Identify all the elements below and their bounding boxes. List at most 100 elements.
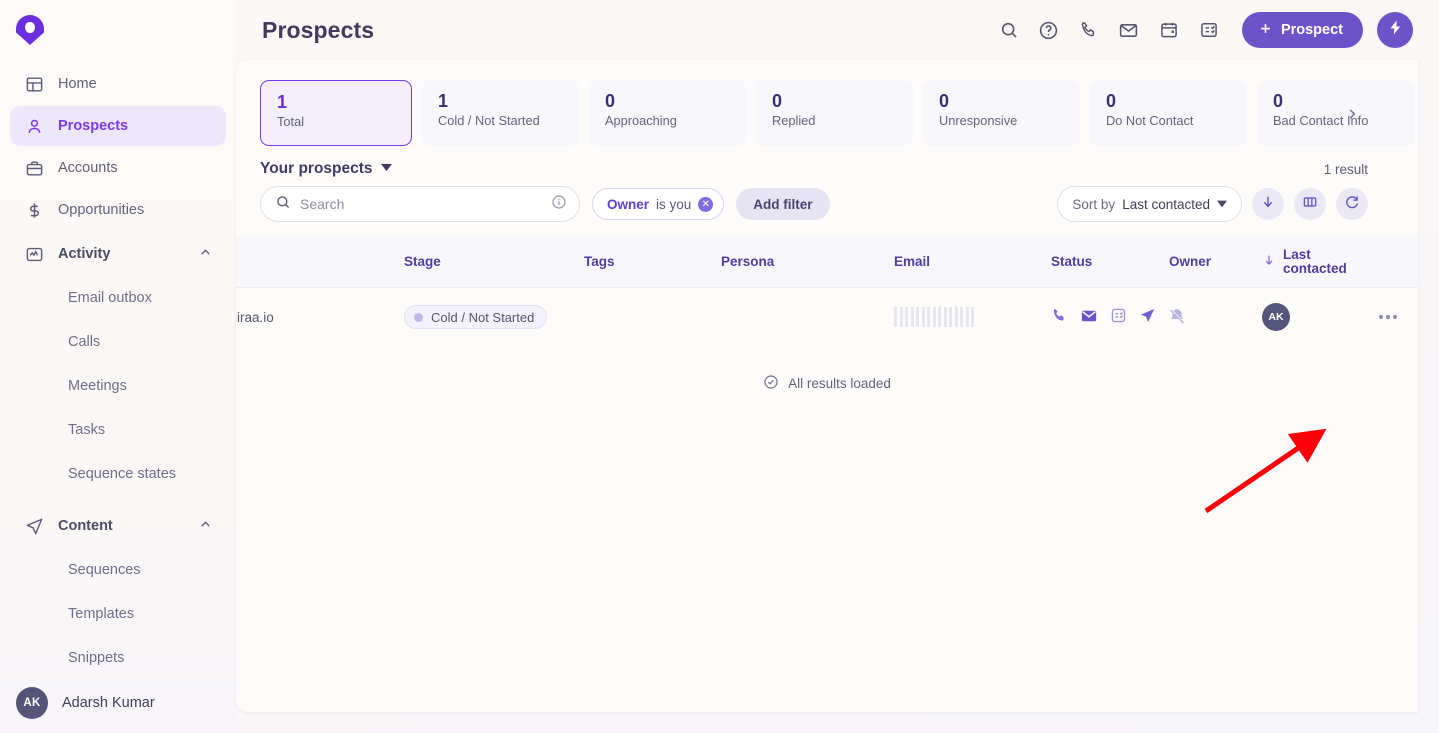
chevron-up-icon bbox=[199, 518, 212, 535]
chevron-down-icon bbox=[380, 160, 392, 178]
sidebar-item-accounts[interactable]: Accounts bbox=[10, 148, 226, 188]
sidebar-item-sequence-states[interactable]: Sequence states bbox=[10, 452, 226, 496]
stat-value: 1 bbox=[438, 91, 449, 111]
info-icon[interactable] bbox=[551, 194, 567, 215]
sidebar-item-email-outbox[interactable]: Email outbox bbox=[10, 276, 226, 320]
user-name: Adarsh Kumar bbox=[62, 695, 155, 711]
mail-icon[interactable] bbox=[1080, 307, 1098, 328]
stat-card-approaching[interactable]: 0 Approaching bbox=[589, 80, 746, 146]
row-menu-button[interactable] bbox=[1379, 315, 1397, 319]
sidebar-item-label: Home bbox=[58, 76, 97, 92]
stat-card-cold[interactable]: 1 Cold / Not Started bbox=[422, 80, 579, 146]
page-title: Prospects bbox=[262, 16, 375, 43]
stat-value: 0 bbox=[939, 91, 950, 111]
view-selector-label: Your prospects bbox=[260, 160, 373, 177]
person-icon bbox=[24, 116, 44, 136]
sidebar-group-content[interactable]: Content bbox=[10, 504, 226, 548]
task-icon[interactable] bbox=[1110, 307, 1127, 327]
sidebar-item-tasks[interactable]: Tasks bbox=[10, 408, 226, 452]
add-prospect-button[interactable]: Prospect bbox=[1241, 12, 1363, 48]
avatar: AK bbox=[1262, 303, 1290, 331]
column-header-status[interactable]: Status bbox=[1051, 254, 1169, 269]
row-name: liraa.io bbox=[236, 309, 274, 325]
sort-by-value: Last contacted bbox=[1122, 196, 1210, 212]
sort-by-dropdown[interactable]: Sort by Last contacted bbox=[1057, 186, 1242, 222]
result-count: 1 result bbox=[1323, 161, 1368, 177]
close-icon[interactable]: ✕ bbox=[698, 196, 714, 212]
stat-value: 1 bbox=[277, 92, 288, 112]
sidebar-item-label: Prospects bbox=[58, 118, 129, 134]
stat-label: Total bbox=[277, 114, 305, 129]
column-header-email[interactable]: Email bbox=[894, 254, 1051, 269]
columns-icon bbox=[1302, 194, 1318, 215]
no-bell-icon[interactable] bbox=[1168, 307, 1186, 328]
search-box[interactable] bbox=[260, 186, 580, 222]
logo-wrap[interactable] bbox=[0, 0, 236, 60]
column-header-persona[interactable]: Persona bbox=[721, 254, 894, 269]
task-icon[interactable] bbox=[1196, 17, 1222, 43]
search-input[interactable] bbox=[300, 196, 542, 212]
activity-icon bbox=[24, 244, 44, 264]
dollar-icon bbox=[24, 200, 44, 220]
sidebar-nav: Home Prospects Accounts Opportunities Ac… bbox=[0, 60, 236, 680]
sort-by-label: Sort by bbox=[1072, 196, 1116, 212]
sidebar-item-templates[interactable]: Templates bbox=[10, 592, 226, 636]
sidebar-sub-label: Calls bbox=[68, 334, 101, 350]
row-email-redacted bbox=[894, 307, 1051, 327]
stat-card-total[interactable]: 1 Total bbox=[260, 80, 412, 146]
filter-chip-owner[interactable]: Owner is you ✕ bbox=[592, 188, 725, 220]
columns-button[interactable] bbox=[1294, 188, 1326, 220]
sidebar-item-prospects[interactable]: Prospects bbox=[10, 106, 226, 146]
sidebar-group-label: Activity bbox=[58, 246, 111, 262]
sidebar-item-opportunities[interactable]: Opportunities bbox=[10, 190, 226, 230]
filter-chip-field: Owner bbox=[607, 196, 650, 212]
stage-dot-icon bbox=[414, 312, 423, 322]
stage-badge[interactable]: Cold / Not Started bbox=[404, 305, 548, 329]
sidebar-item-meetings[interactable]: Meetings bbox=[10, 364, 226, 408]
phone-icon[interactable] bbox=[1076, 17, 1102, 43]
stat-card-unresponsive[interactable]: 0 Unresponsive bbox=[923, 80, 1080, 146]
refresh-button[interactable] bbox=[1336, 188, 1368, 220]
sidebar-item-home[interactable]: Home bbox=[10, 64, 226, 104]
send-icon bbox=[24, 516, 44, 536]
sidebar-user[interactable]: AK Adarsh Kumar bbox=[0, 673, 236, 733]
stat-card-bad-contact-info[interactable]: 0 Bad Contact Info bbox=[1257, 80, 1414, 146]
download-arrow-icon bbox=[1260, 194, 1276, 215]
sidebar-item-label: Opportunities bbox=[58, 202, 145, 218]
column-header-tags[interactable]: Tags bbox=[584, 254, 721, 269]
phone-icon[interactable] bbox=[1051, 307, 1068, 327]
search-icon[interactable] bbox=[996, 17, 1022, 43]
all-results-loaded-label: All results loaded bbox=[788, 376, 891, 391]
content-card: 1 Total 1 Cold / Not Started 0 Approachi… bbox=[236, 60, 1418, 712]
sidebar-item-calls[interactable]: Calls bbox=[10, 320, 226, 364]
lightning-button[interactable] bbox=[1377, 12, 1413, 48]
arrow-down-icon bbox=[1262, 253, 1276, 270]
chevron-right-icon[interactable] bbox=[1344, 106, 1360, 122]
sidebar-item-label: Accounts bbox=[58, 160, 118, 176]
column-header-last-contacted[interactable]: Last contacted bbox=[1283, 247, 1377, 276]
sidebar-item-sequences[interactable]: Sequences bbox=[10, 548, 226, 592]
column-header-owner[interactable]: Owner bbox=[1169, 254, 1262, 269]
table-row[interactable]: liraa.io Cold / Not Started AK bbox=[236, 288, 1418, 346]
calendar-icon[interactable] bbox=[1156, 17, 1182, 43]
app-root: Home Prospects Accounts Opportunities Ac… bbox=[0, 0, 1439, 733]
shield-logo[interactable] bbox=[16, 15, 44, 45]
add-filter-button[interactable]: Add filter bbox=[736, 188, 830, 220]
sidebar-sub-label: Tasks bbox=[68, 422, 106, 438]
download-button[interactable] bbox=[1252, 188, 1284, 220]
stat-card-do-not-contact[interactable]: 0 Do Not Contact bbox=[1090, 80, 1247, 146]
help-icon[interactable] bbox=[1036, 17, 1062, 43]
view-selector[interactable]: Your prospects bbox=[260, 160, 392, 178]
column-header-stage[interactable]: Stage bbox=[404, 254, 584, 269]
filters-row: Owner is you ✕ Add filter Sort by Last c… bbox=[236, 178, 1418, 222]
stat-label: Replied bbox=[772, 113, 816, 128]
briefcase-icon bbox=[24, 158, 44, 178]
stat-label: Unresponsive bbox=[939, 113, 1018, 128]
stat-value: 0 bbox=[1106, 91, 1117, 111]
stat-card-replied[interactable]: 0 Replied bbox=[756, 80, 913, 146]
sidebar-group-activity[interactable]: Activity bbox=[10, 232, 226, 276]
mail-icon[interactable] bbox=[1116, 17, 1142, 43]
topbar-actions: Prospect bbox=[996, 12, 1413, 48]
search-icon bbox=[275, 194, 291, 215]
send-icon[interactable] bbox=[1139, 307, 1156, 327]
